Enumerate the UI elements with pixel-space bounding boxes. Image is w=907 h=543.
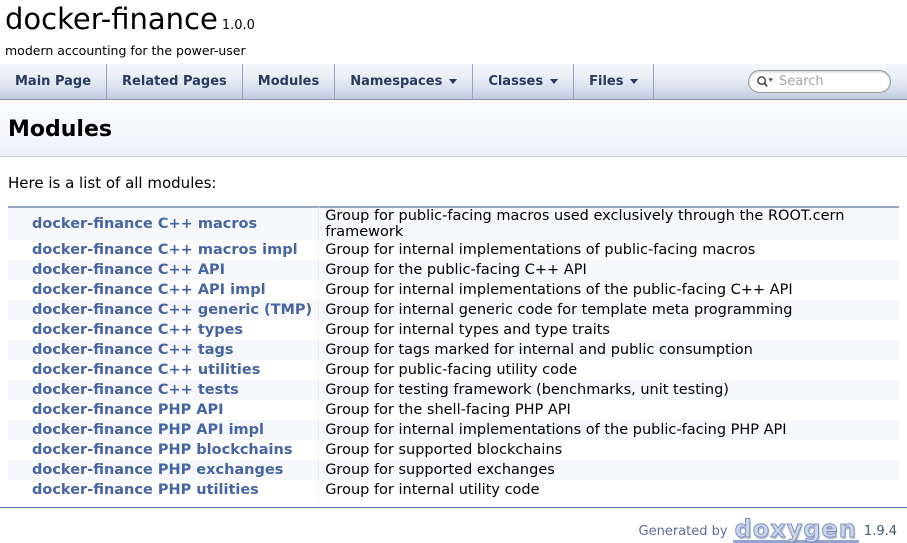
- module-entry-cell: docker-finance C++ tests: [8, 380, 319, 400]
- module-link[interactable]: docker-finance PHP blockchains: [32, 442, 292, 458]
- module-description: Group for internal generic code for temp…: [319, 300, 899, 320]
- tab-main-page[interactable]: Main Page: [0, 64, 107, 99]
- module-entry-cell: docker-finance C++ tags: [8, 340, 319, 360]
- module-link[interactable]: docker-finance PHP API: [32, 402, 224, 418]
- tab-label: Files: [589, 74, 623, 89]
- module-description: Group for internal implementations of th…: [319, 280, 899, 300]
- module-description: Group for internal implementations of pu…: [319, 240, 899, 260]
- generator-version: 1.9.4: [864, 524, 897, 539]
- project-version: 1.0.0: [218, 18, 255, 33]
- intro-text: Here is a list of all modules:: [8, 174, 899, 192]
- project-name: docker-finance1.0.0: [5, 3, 907, 42]
- page-header: Modules: [0, 100, 907, 157]
- search-icon[interactable]: [756, 75, 774, 89]
- module-row: docker-finance C++ API Group for the pub…: [8, 260, 899, 280]
- module-entry-cell: docker-finance C++ types: [8, 320, 319, 340]
- module-row: docker-finance C++ generic (TMP) Group f…: [8, 300, 899, 320]
- module-description: Group for internal types and type traits: [319, 320, 899, 340]
- modules-table: docker-finance C++ macros Group for publ…: [8, 207, 899, 500]
- modules-table-body: docker-finance C++ macros Group for publ…: [8, 208, 899, 501]
- module-row: docker-finance C++ tests Group for testi…: [8, 380, 899, 400]
- module-link[interactable]: docker-finance C++ tests: [32, 382, 239, 398]
- module-description: Group for internal implementations of th…: [319, 420, 899, 440]
- module-entry-cell: docker-finance PHP API impl: [8, 420, 319, 440]
- module-row: docker-finance PHP exchanges Group for s…: [8, 460, 899, 480]
- tab-related-pages[interactable]: Related Pages: [107, 64, 243, 99]
- title-area: docker-finance1.0.0 modern accounting fo…: [0, 0, 907, 64]
- module-link[interactable]: docker-finance C++ macros impl: [32, 242, 298, 258]
- tab-modules[interactable]: Modules: [243, 64, 335, 99]
- module-description: Group for public-facing utility code: [319, 360, 899, 380]
- search-area: [748, 64, 907, 99]
- module-entry-cell: docker-finance C++ generic (TMP): [8, 300, 319, 320]
- chevron-down-icon: [550, 79, 558, 84]
- tab-label: Main Page: [15, 74, 91, 89]
- footer: Generated by doxygen 1.9.4: [0, 508, 907, 543]
- nav-tabs: Main Page Related Pages Modules Namespac…: [0, 64, 654, 99]
- module-link[interactable]: docker-finance C++ API: [32, 262, 225, 278]
- tab-files[interactable]: Files: [574, 64, 654, 99]
- module-row: docker-finance C++ macros impl Group for…: [8, 240, 899, 260]
- module-row: docker-finance PHP API Group for the she…: [8, 400, 899, 420]
- tab-classes[interactable]: Classes: [473, 64, 574, 99]
- module-link[interactable]: docker-finance C++ utilities: [32, 362, 260, 378]
- module-entry-cell: docker-finance PHP blockchains: [8, 440, 319, 460]
- module-entry-cell: docker-finance PHP exchanges: [8, 460, 319, 480]
- module-row: docker-finance C++ API impl Group for in…: [8, 280, 899, 300]
- module-row: docker-finance PHP API impl Group for in…: [8, 420, 899, 440]
- module-row: docker-finance PHP blockchains Group for…: [8, 440, 899, 460]
- module-link[interactable]: docker-finance C++ tags: [32, 342, 234, 358]
- nav-tab-bar: Main Page Related Pages Modules Namespac…: [0, 64, 907, 100]
- module-link[interactable]: docker-finance PHP utilities: [32, 482, 259, 498]
- project-brief: modern accounting for the power-user: [5, 42, 907, 58]
- module-entry-cell: docker-finance C++ macros impl: [8, 240, 319, 260]
- tab-label: Namespaces: [350, 74, 442, 89]
- module-link[interactable]: docker-finance C++ generic (TMP): [32, 302, 312, 318]
- tab-label: Related Pages: [122, 74, 227, 89]
- search-box[interactable]: [748, 70, 891, 93]
- generated-by-label: Generated by: [639, 524, 728, 539]
- module-entry-cell: docker-finance C++ API impl: [8, 280, 319, 300]
- page-title: Modules: [0, 100, 907, 142]
- module-entry-cell: docker-finance C++ utilities: [8, 360, 319, 380]
- chevron-down-icon: [449, 79, 457, 84]
- module-link[interactable]: docker-finance PHP exchanges: [32, 462, 283, 478]
- project-name-text: docker-finance: [5, 2, 218, 36]
- module-description: Group for the shell-facing PHP API: [319, 400, 899, 420]
- module-entry-cell: docker-finance PHP utilities: [8, 480, 319, 500]
- module-description: Group for supported exchanges: [319, 460, 899, 480]
- module-link[interactable]: docker-finance C++ macros: [32, 216, 257, 232]
- module-entry-cell: docker-finance PHP API: [8, 400, 319, 420]
- module-description: Group for tags marked for internal and p…: [319, 340, 899, 360]
- module-row: docker-finance PHP utilities Group for i…: [8, 480, 899, 500]
- module-link[interactable]: docker-finance C++ types: [32, 322, 243, 338]
- tab-label: Classes: [488, 74, 543, 89]
- module-row: docker-finance C++ types Group for inter…: [8, 320, 899, 340]
- contents: Here is a list of all modules: docker-fi…: [0, 174, 907, 500]
- module-entry-cell: docker-finance C++ macros: [8, 208, 319, 241]
- tab-namespaces[interactable]: Namespaces: [335, 64, 473, 99]
- module-link[interactable]: docker-finance PHP API impl: [32, 422, 264, 438]
- module-description: Group for the public-facing C++ API: [319, 260, 899, 280]
- modules-directory: docker-finance C++ macros Group for publ…: [8, 206, 899, 500]
- tab-label: Modules: [258, 74, 319, 89]
- module-entry-cell: docker-finance C++ API: [8, 260, 319, 280]
- module-row: docker-finance C++ tags Group for tags m…: [8, 340, 899, 360]
- module-description: Group for public-facing macros used excl…: [319, 208, 899, 241]
- search-input[interactable]: [779, 74, 882, 89]
- module-description: Group for supported blockchains: [319, 440, 899, 460]
- module-row: docker-finance C++ utilities Group for p…: [8, 360, 899, 380]
- doxygen-logo-link[interactable]: doxygen: [733, 519, 859, 543]
- module-description: Group for internal utility code: [319, 480, 899, 500]
- module-link[interactable]: docker-finance C++ API impl: [32, 282, 266, 298]
- module-description: Group for testing framework (benchmarks,…: [319, 380, 899, 400]
- module-row: docker-finance C++ macros Group for publ…: [8, 208, 899, 241]
- chevron-down-icon: [630, 79, 638, 84]
